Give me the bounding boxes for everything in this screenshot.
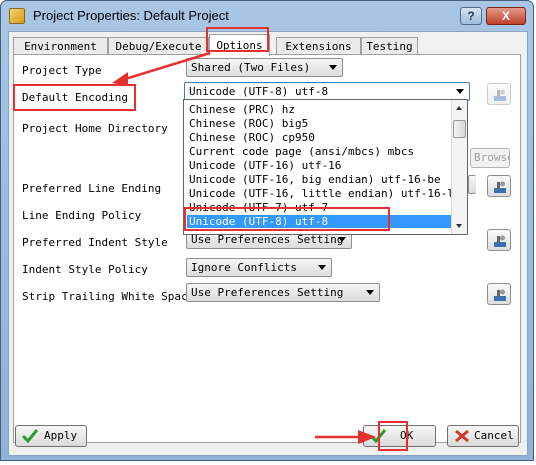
ok-button[interactable]: OK xyxy=(363,425,436,447)
project-type-value: Shared (Two Files) xyxy=(191,61,311,74)
indent-policy-value: Ignore Conflicts xyxy=(191,261,297,274)
browse-button[interactable]: Browse... xyxy=(470,148,510,168)
window-title: Project Properties: Default Project xyxy=(33,8,229,23)
list-item[interactable]: Chinese (ROC) big5 xyxy=(187,117,451,130)
list-item[interactable]: Chinese (PRC) hz xyxy=(187,103,451,116)
scrollbar-thumb[interactable] xyxy=(453,120,466,138)
strip-trailing-config-button[interactable] xyxy=(487,283,511,305)
indent-policy-label: Indent Style Policy xyxy=(22,263,148,276)
ok-label: OK xyxy=(400,429,414,442)
apply-button[interactable]: Apply xyxy=(15,425,87,447)
title-bar[interactable]: Project Properties: Default Project ? X xyxy=(1,1,533,31)
encoding-dropdown-list[interactable]: Chinese (PRC) hz Chinese (ROC) big5 Chin… xyxy=(183,99,468,235)
list-item[interactable]: Unicode (UTF-16, big endian) utf-16-be xyxy=(187,173,451,186)
tab-testing[interactable]: Testing xyxy=(361,37,418,55)
check-icon xyxy=(370,429,386,443)
default-encoding-label: Default Encoding xyxy=(22,91,128,104)
list-item[interactable]: Unicode (UTF-16, little endian) utf-16-l… xyxy=(187,187,461,200)
close-button[interactable]: X xyxy=(486,7,526,25)
dropdown-arrow-icon xyxy=(456,89,464,94)
line-ending-config-button[interactable] xyxy=(487,175,511,197)
tab-environment[interactable]: Environment xyxy=(13,37,108,55)
list-item[interactable]: Chinese (ROC) cp950 xyxy=(187,131,451,144)
wrench-icon xyxy=(494,235,506,247)
line-ending-label: Preferred Line Ending xyxy=(22,182,162,195)
default-encoding-value: Unicode (UTF-8) utf-8 xyxy=(189,85,329,98)
scroll-up-icon[interactable] xyxy=(456,106,462,110)
cancel-button[interactable]: Cancel xyxy=(447,425,519,447)
tab-options[interactable]: Options xyxy=(209,34,270,56)
dropdown-scrollbar[interactable] xyxy=(451,100,467,234)
dropdown-arrow-icon xyxy=(338,237,346,242)
list-item[interactable]: Current code page (ansi/mbcs) mbcs xyxy=(187,145,451,158)
list-item-selected[interactable]: Unicode (UTF-8) utf-8 xyxy=(187,215,451,228)
encoding-config-button[interactable] xyxy=(487,83,511,105)
list-item[interactable]: Unicode (UTF-16) utf-16 xyxy=(187,159,451,172)
tab-debug-execute[interactable]: Debug/Execute xyxy=(108,37,209,55)
app-icon xyxy=(9,8,25,24)
indent-policy-select[interactable]: Ignore Conflicts xyxy=(186,258,332,277)
help-button[interactable]: ? xyxy=(460,7,482,25)
project-type-label: Project Type xyxy=(22,64,102,77)
indent-style-label: Preferred Indent Style xyxy=(22,236,168,249)
scroll-down-icon[interactable] xyxy=(456,224,462,228)
indent-style-config-button[interactable] xyxy=(487,229,511,251)
dropdown-arrow-icon xyxy=(318,265,326,270)
line-ending-select[interactable] xyxy=(468,175,476,194)
wrench-icon xyxy=(494,181,506,193)
apply-label: Apply xyxy=(44,429,78,442)
dropdown-arrow-icon xyxy=(329,65,337,70)
tab-extensions[interactable]: Extensions xyxy=(276,37,361,55)
wrench-icon xyxy=(494,89,506,101)
strip-trailing-value: Use Preferences Setting xyxy=(191,286,344,299)
list-item[interactable]: Unicode (UTF-7) utf-7 xyxy=(187,201,451,214)
line-ending-policy-label: Line Ending Policy xyxy=(22,209,142,222)
cancel-label: Cancel xyxy=(474,429,514,442)
check-icon xyxy=(22,429,38,443)
wrench-icon xyxy=(494,289,506,301)
project-type-select[interactable]: Shared (Two Files) xyxy=(186,58,343,77)
strip-trailing-select[interactable]: Use Preferences Setting xyxy=(186,283,380,302)
dropdown-arrow-icon xyxy=(366,290,374,295)
project-home-label: Project Home Directory xyxy=(22,122,168,135)
cancel-icon xyxy=(455,429,469,443)
strip-trailing-label: Strip Trailing White Space xyxy=(22,290,195,303)
